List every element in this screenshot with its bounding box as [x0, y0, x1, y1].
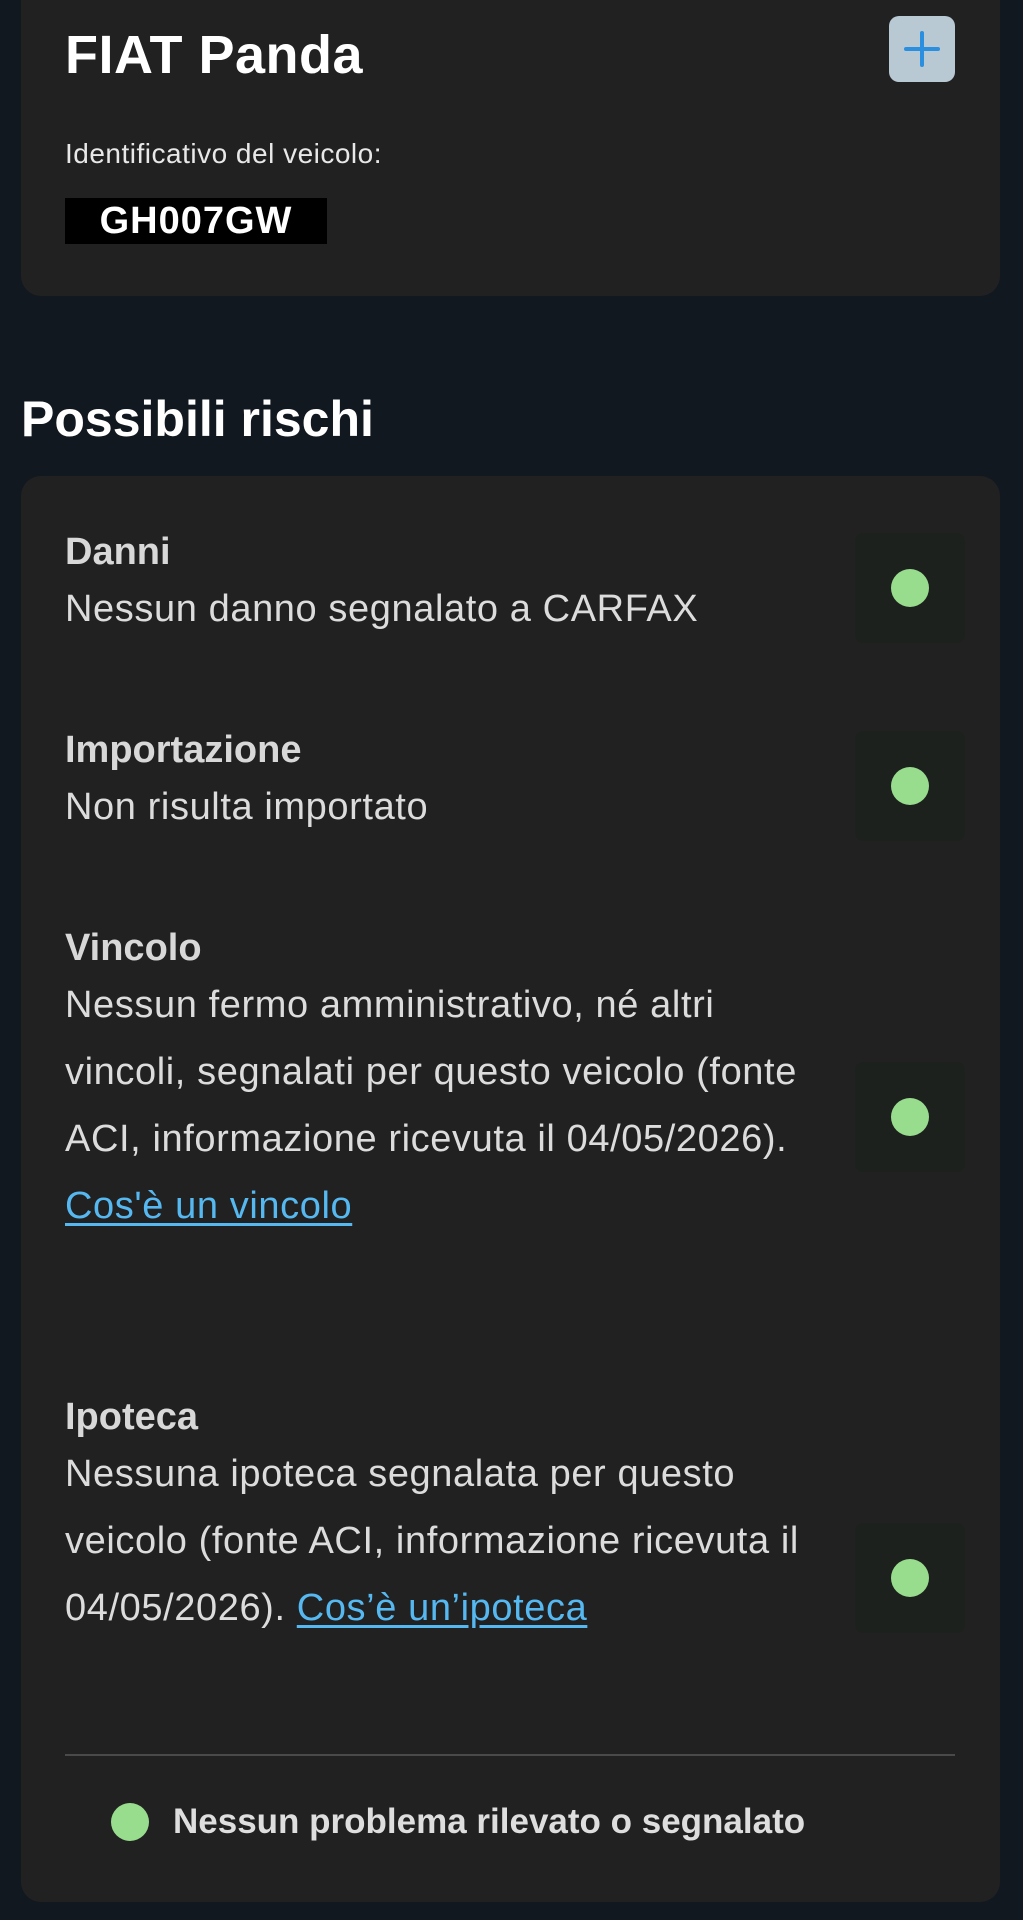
status-legend: Nessun problema rilevato o segnalato [111, 1802, 805, 1842]
status-ok-icon [891, 569, 929, 607]
status-indicator [855, 1523, 965, 1633]
vincolo-info-link[interactable]: Cos'è un vincolo [65, 1185, 352, 1227]
vehicle-card: FIAT Panda Identificativo del veicolo: G… [21, 0, 1000, 296]
risk-title: Danni [65, 531, 171, 573]
status-ok-icon [891, 767, 929, 805]
status-indicator [855, 533, 965, 643]
divider [65, 1754, 955, 1756]
risk-item-vincolo: Vincolo Nessun fermo amministrativo, né … [65, 924, 965, 1304]
risk-description: Nessuna ipoteca segnalata per questo vei… [65, 1441, 825, 1642]
license-plate: GH007GW [65, 198, 327, 244]
risk-title: Ipoteca [65, 1396, 199, 1438]
risk-description: Nessun fermo amministrativo, né altri vi… [65, 972, 825, 1240]
risks-card: Danni Nessun danno segnalato a CARFAX Im… [21, 476, 1000, 1902]
vehicle-title: FIAT Panda [65, 25, 364, 85]
risk-title: Importazione [65, 729, 302, 771]
section-title: Possibili rischi [21, 391, 374, 447]
add-button[interactable] [889, 16, 955, 82]
risk-item-importazione: Importazione Non risulta importato [65, 726, 965, 841]
status-indicator [855, 1062, 965, 1172]
risk-title: Vincolo [65, 927, 202, 969]
risk-description: Non risulta importato [65, 786, 429, 828]
status-ok-icon [891, 1098, 929, 1136]
risk-description: Nessun danno segnalato a CARFAX [65, 588, 699, 630]
risk-description-text: Nessun fermo amministrativo, né altri vi… [65, 984, 797, 1160]
status-ok-icon [891, 1559, 929, 1597]
status-indicator [855, 731, 965, 841]
ipoteca-info-link[interactable]: Cos’è un’ipoteca [297, 1587, 588, 1629]
vehicle-id-label: Identificativo del veicolo: [65, 138, 383, 169]
risk-item-ipoteca: Ipoteca Nessuna ipoteca segnalata per qu… [65, 1393, 965, 1713]
page: FIAT Panda Identificativo del veicolo: G… [0, 0, 1023, 1920]
plus-icon [902, 29, 942, 69]
legend-text: Nessun problema rilevato o segnalato [173, 1802, 806, 1841]
risk-item-danni: Danni Nessun danno segnalato a CARFAX [65, 528, 965, 643]
status-ok-icon [111, 1803, 149, 1841]
